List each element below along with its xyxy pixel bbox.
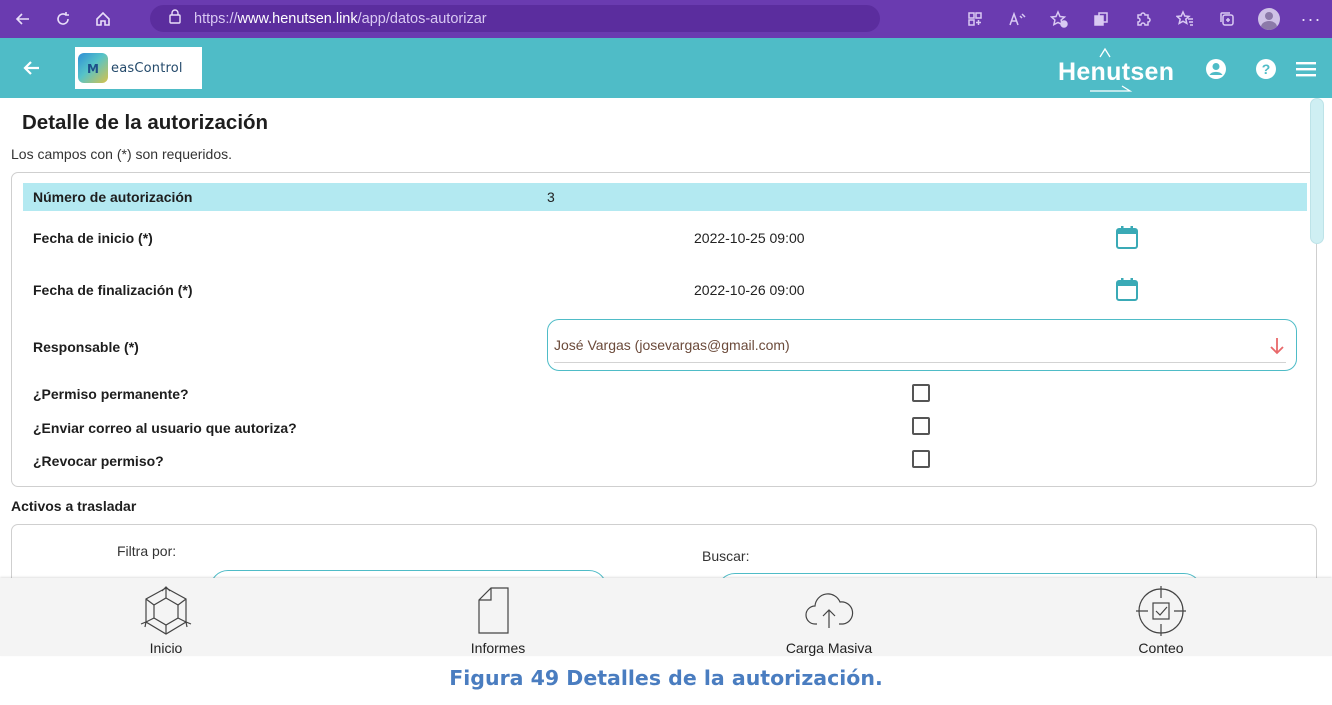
henutsen-brand: Henutsen [1058, 47, 1175, 92]
assets-section-title: Activos a trasladar [11, 498, 137, 514]
nav-carga-masiva-label: Carga Masiva [785, 640, 873, 656]
lock-icon[interactable] [168, 8, 182, 29]
start-calendar-icon[interactable] [1116, 225, 1138, 249]
cloud-upload-icon [805, 593, 854, 628]
browser-back-icon[interactable] [6, 0, 40, 38]
home-icon[interactable] [86, 0, 120, 38]
bottom-nav: Inicio Informes Carga Masiva Conteo [0, 578, 1332, 656]
logo-mark-icon [78, 53, 108, 83]
add-favorite-icon[interactable] [1044, 0, 1074, 38]
filter-label: Filtra por: [117, 543, 177, 559]
collections-icon[interactable] [1212, 0, 1242, 38]
extension-icon[interactable] [1086, 0, 1116, 38]
nav-conteo[interactable]: Conteo [1081, 578, 1241, 656]
user-account-icon[interactable] [1205, 58, 1227, 80]
target-icon [1136, 586, 1186, 636]
scrollbar[interactable] [1307, 98, 1325, 248]
read-aloud-icon[interactable] [1002, 0, 1032, 38]
nav-inicio[interactable]: Inicio [86, 578, 246, 656]
page-title: Detalle de la autorización [22, 111, 269, 134]
start-date-value[interactable]: 2022-10-25 09:00 [694, 230, 805, 246]
document-icon [478, 587, 509, 634]
back-arrow-icon[interactable] [12, 38, 52, 98]
logo-text: easControl [111, 60, 183, 76]
responsible-value: José Vargas (josevargas@gmail.com) [554, 337, 790, 353]
nav-carga-masiva[interactable]: Carga Masiva [749, 578, 909, 656]
profile-avatar[interactable] [1254, 0, 1284, 38]
puzzle-icon[interactable] [1128, 0, 1158, 38]
end-calendar-icon[interactable] [1116, 277, 1138, 301]
favorites-icon[interactable] [1170, 0, 1200, 38]
browser-actions: ··· [954, 0, 1332, 38]
main-content: Detalle de la autorización Los campos co… [0, 98, 1332, 613]
auth-number-label: Número de autorización [33, 189, 193, 205]
app-available-icon[interactable] [960, 0, 990, 38]
nav-conteo-label: Conteo [1138, 640, 1184, 656]
send-email-label: ¿Enviar correo al usuario que autoriza? [33, 420, 297, 436]
start-date-label: Fecha de inicio (*) [33, 230, 153, 246]
auth-number-value: 3 [547, 189, 555, 205]
menu-icon[interactable] [1296, 60, 1316, 78]
svg-text:?: ? [1262, 61, 1271, 77]
nav-informes[interactable]: Informes [418, 578, 578, 656]
cube-icon [140, 586, 192, 635]
permanent-checkbox[interactable] [912, 384, 930, 402]
send-email-checkbox[interactable] [912, 417, 930, 435]
refresh-icon[interactable] [46, 0, 80, 38]
revoke-checkbox[interactable] [912, 450, 930, 468]
nav-inicio-label: Inicio [149, 640, 183, 656]
revoke-label: ¿Revocar permiso? [33, 453, 164, 469]
browser-toolbar: https://www.henutsen.link/app/datos-auto… [0, 0, 1332, 38]
permanent-label: ¿Permiso permanente? [33, 386, 189, 402]
auth-number-row [23, 183, 1307, 211]
responsible-select[interactable]: José Vargas (josevargas@gmail.com) [547, 319, 1297, 371]
figure-caption: Figura 49 Detalles de la autorización. [449, 666, 883, 690]
authorization-card: Número de autorización 3 Fecha de inicio… [11, 172, 1317, 487]
brand-name: Henutsen [1058, 58, 1175, 86]
company-logo: easControl [75, 47, 202, 89]
scrollbar-thumb[interactable] [1310, 98, 1324, 244]
select-underline [554, 362, 1286, 363]
search-label: Buscar: [702, 548, 750, 564]
app-header: easControl Henutsen ? [0, 38, 1332, 98]
responsible-label: Responsable (*) [33, 339, 139, 355]
help-icon[interactable]: ? [1255, 58, 1277, 80]
address-bar[interactable]: https://www.henutsen.link/app/datos-auto… [150, 5, 880, 32]
nav-informes-label: Informes [470, 640, 526, 656]
required-note: Los campos con (*) son requeridos. [11, 146, 232, 162]
end-date-value[interactable]: 2022-10-26 09:00 [694, 282, 805, 298]
url-text: https://www.henutsen.link/app/datos-auto… [194, 10, 487, 27]
arrow-down-icon[interactable] [1268, 336, 1286, 356]
more-options-icon[interactable]: ··· [1296, 0, 1326, 38]
end-date-label: Fecha de finalización (*) [33, 282, 193, 298]
